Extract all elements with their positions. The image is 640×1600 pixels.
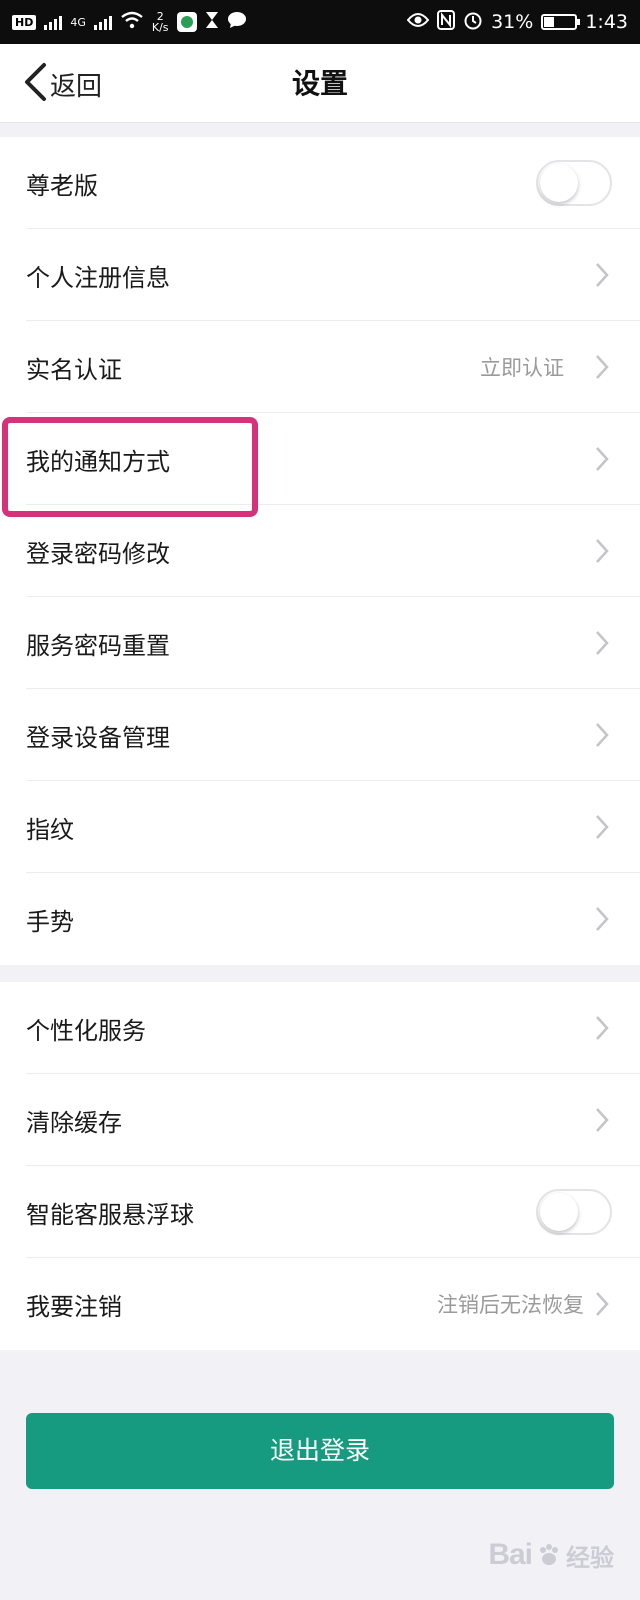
hd-badge: HD [12,14,37,30]
elderly-mode-toggle[interactable] [536,160,612,206]
clear-cache-row[interactable]: 清除缓存 [0,1074,640,1166]
chevron-right-icon [596,263,609,287]
message-icon [227,11,247,34]
floating-service-ball-row[interactable]: 智能客服悬浮球 [0,1166,640,1258]
row-label: 清除缓存 [26,1108,122,1137]
notification-method-row[interactable]: 我的通知方式 [0,413,640,505]
chevron-right-icon [596,447,609,471]
network-type-label: 4G [70,15,86,29]
chevron-right-icon [596,1016,609,1040]
chevron-right-icon [596,1292,609,1316]
fingerprint-row[interactable]: 指纹 [0,781,640,873]
toggle-knob [540,164,578,202]
chevron-right-icon [596,815,609,839]
row-label: 服务密码重置 [26,631,170,660]
cancel-account-row[interactable]: 我要注销 注销后无法恢复 [0,1258,640,1350]
chevron-right-icon [596,907,609,931]
battery-percent: 31% [491,11,534,33]
net-speed: 2 K/s [152,11,169,33]
personalized-service-row[interactable]: 个性化服务 [0,982,640,1074]
real-name-verification-row[interactable]: 实名认证 立即认证 [0,321,640,413]
alarm-icon [463,10,483,35]
settings-group-general: 个性化服务 清除缓存 智能客服悬浮球 我要注销 注销后无法恢复 [0,982,640,1350]
row-label: 个人注册信息 [26,263,170,292]
logout-button[interactable]: 退出登录 [26,1413,614,1489]
nfc-icon [437,9,456,35]
signal-icon-2 [93,14,112,30]
chevron-right-icon [596,539,609,563]
verify-now-value: 立即认证 [480,356,564,380]
hourglass-icon [205,11,219,34]
battery-icon [541,14,581,30]
elderly-mode-row[interactable]: 尊老版 [0,137,640,229]
row-label: 实名认证 [26,355,122,384]
clock-time: 1:43 [585,11,628,33]
watermark-brand-right: 经验 [566,1543,614,1572]
login-device-management-row[interactable]: 登录设备管理 [0,689,640,781]
navigation-bar: 返回 设置 [0,44,640,123]
row-label: 登录密码修改 [26,539,170,568]
app-notification-icon [176,12,197,32]
chevron-right-icon [596,631,609,655]
chevron-right-icon [596,1108,609,1132]
status-left: HD 4G 2 K/s [12,11,247,34]
floating-service-ball-toggle[interactable] [536,1189,612,1235]
row-label: 个性化服务 [26,1016,146,1045]
paw-icon [540,1544,558,1565]
page-title: 设置 [291,67,348,100]
login-password-change-row[interactable]: 登录密码修改 [0,505,640,597]
watermark-brand-left: Bai [488,1538,533,1571]
status-right: 31% 1:43 [406,9,628,35]
row-label: 登录设备管理 [26,723,170,752]
service-password-reset-row[interactable]: 服务密码重置 [0,597,640,689]
net-speed-unit: K/s [151,21,169,34]
row-label: 手势 [26,907,74,936]
chevron-right-icon [596,723,609,747]
row-label: 智能客服悬浮球 [26,1200,194,1229]
baidu-jingyan-watermark: Bai 经验 [488,1534,614,1576]
wifi-icon [120,11,144,34]
eye-icon [406,11,430,33]
row-label: 我要注销 [26,1292,122,1321]
personal-registration-info-row[interactable]: 个人注册信息 [0,229,640,321]
row-label: 指纹 [26,815,74,844]
gesture-row[interactable]: 手势 [0,873,640,965]
signal-icon [44,14,63,30]
cancel-account-warning: 注销后无法恢复 [437,1293,584,1317]
toggle-knob [540,1193,578,1231]
chevron-right-icon [596,355,609,379]
status-bar: HD 4G 2 K/s 31% 1:43 [0,0,640,44]
settings-group-account: 尊老版 个人注册信息 实名认证 立即认证 我的通知方式 登录密码修改 服务密码重… [0,137,640,965]
row-label: 我的通知方式 [26,447,170,476]
row-label: 尊老版 [26,171,98,200]
